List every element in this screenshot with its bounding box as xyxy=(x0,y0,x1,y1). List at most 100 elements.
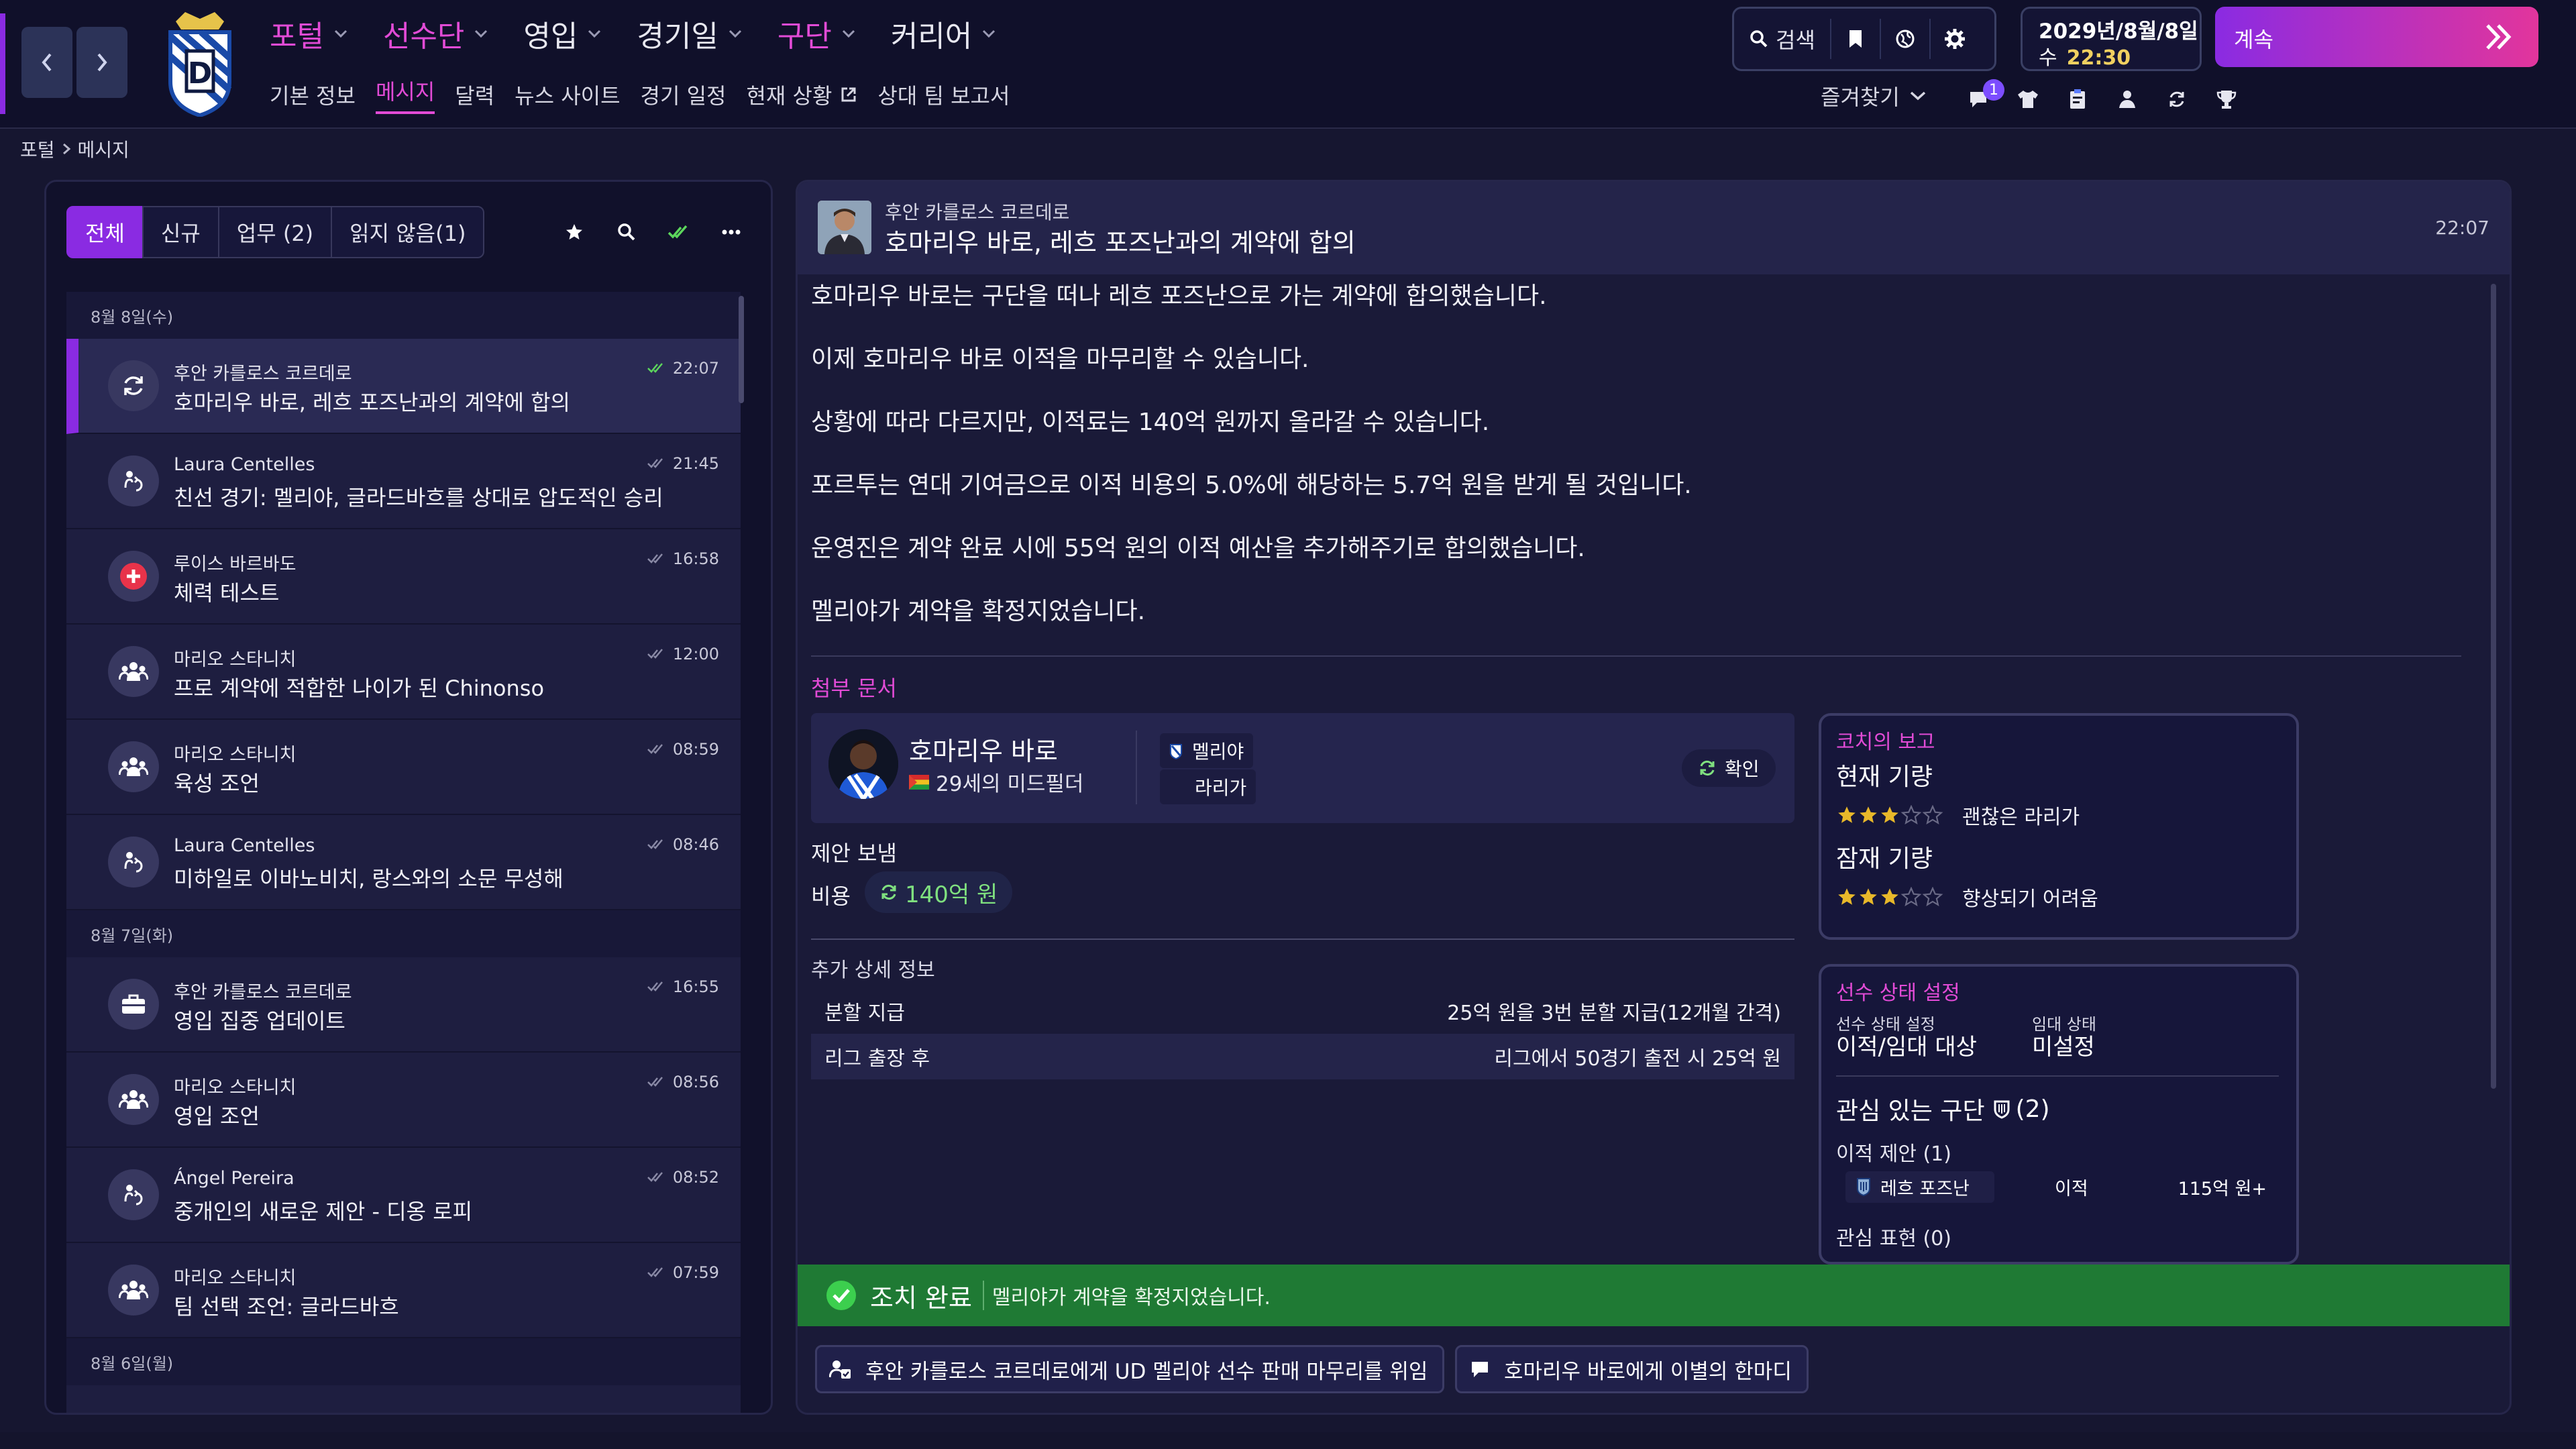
settings-button[interactable] xyxy=(1931,19,1979,59)
continue-button[interactable]: 계속 xyxy=(2215,7,2538,67)
confirm-button[interactable]: 확인 xyxy=(1682,749,1776,787)
filter-tasks[interactable]: 업무 (2) xyxy=(217,206,333,258)
message-sender: 마리오 스타니치 xyxy=(174,1268,297,1289)
message-scrollbar[interactable] xyxy=(2491,284,2496,1089)
star-icon xyxy=(566,224,582,239)
detail-label: 리그 출장 후 xyxy=(824,1047,930,1071)
refresh-button[interactable] xyxy=(2152,82,2202,117)
message-row[interactable]: Laura Centelles 친선 경기: 멜리야, 글라드바흐를 상대로 압… xyxy=(66,434,741,529)
coach-report: 코치의 보고 현재 기량 괜찮은 라리가 잠재 기량 향상되기 어려움 xyxy=(1819,713,2299,940)
more-button[interactable] xyxy=(705,215,757,249)
player-club[interactable]: 멜리야 xyxy=(1160,733,1254,768)
trophy-icon xyxy=(2216,91,2237,109)
bookmark-button[interactable] xyxy=(1831,19,1881,59)
star-icon xyxy=(1838,888,1856,905)
globe-icon xyxy=(1896,30,1915,48)
quick-icons: 1 xyxy=(1953,79,2251,117)
back-button[interactable] xyxy=(21,27,72,98)
message-row[interactable]: 마리오 스타니치 육성 조언 08:59 xyxy=(66,720,741,815)
chevron-down-icon xyxy=(588,30,601,38)
game-date[interactable]: 2029년/8월/8일 수 22:30 xyxy=(2021,7,2202,71)
mark-all-read-button[interactable] xyxy=(653,215,705,249)
filter-new[interactable]: 신규 xyxy=(142,206,219,258)
message-time: 08:56 xyxy=(647,1073,719,1091)
message-row[interactable]: 마리오 스타니치 팀 선택 조언: 글라드바흐 07:59 xyxy=(66,1243,741,1338)
club-crest[interactable]: D xyxy=(161,9,239,117)
offer-row[interactable]: 레흐 포즈난 이적 115억 원+ xyxy=(1836,1168,2279,1205)
nav-matchday[interactable]: 경기일 xyxy=(637,13,742,54)
inbox-scrollbar[interactable] xyxy=(739,296,744,403)
additional-details-heading: 추가 상세 정보 xyxy=(811,959,935,982)
chevron-down-icon xyxy=(334,30,347,38)
nav-club[interactable]: 구단 xyxy=(777,13,856,54)
message-row[interactable]: 마리오 스타니치 프로 계약에 적합한 나이가 된 Chinonso 12:00 xyxy=(66,625,741,720)
status-value[interactable]: 이적/임대 대상 xyxy=(1836,1028,1977,1061)
date-header: 8월 8일(수) xyxy=(66,292,741,339)
filter-unread[interactable]: 읽지 않음(1) xyxy=(331,206,485,258)
chat-button[interactable]: 1 xyxy=(1953,79,2004,117)
subnav-status[interactable]: 현재 상황 xyxy=(746,75,857,114)
check-circle-icon xyxy=(826,1281,856,1310)
message-sender: 루이스 바르바도 xyxy=(174,554,297,575)
filter-all[interactable]: 전체 xyxy=(66,206,144,258)
breadcrumb-root[interactable]: 포털 xyxy=(20,136,55,162)
staff-button[interactable] xyxy=(2102,82,2152,117)
forward-button[interactable] xyxy=(76,27,127,98)
subnav-calendar[interactable]: 달력 xyxy=(455,75,494,114)
double-check-icon xyxy=(647,649,663,659)
message-row[interactable]: 후안 카를로스 코르데로 호마리우 바로, 레흐 포즈난과의 계약에 합의 22… xyxy=(66,339,741,434)
star-empty-icon xyxy=(1922,887,1943,906)
nav-squad[interactable]: 선수단 xyxy=(383,13,488,54)
message-row[interactable]: Ángel Pereira 중개인의 새로운 제안 - 디옹 로피 08:52 xyxy=(66,1148,741,1243)
nav-portal[interactable]: 포털 xyxy=(270,13,348,54)
double-check-icon xyxy=(647,981,663,991)
favorites-dropdown[interactable]: 즐겨찾기 xyxy=(1821,80,1927,111)
message-row[interactable]: 후안 카를로스 코르데로 영입 집중 업데이트 16:55 xyxy=(66,957,741,1053)
message-paragraph: 호마리우 바로는 구단을 떠나 레흐 포즈난으로 가는 계약에 합의했습니다. xyxy=(811,282,1547,310)
nav-recruitment[interactable]: 영입 xyxy=(523,13,602,54)
delegate-sale-button[interactable]: 후안 카를로스 코르데로에게 UD 멜리야 선수 판매 마무리를 위임 xyxy=(815,1345,1445,1393)
message-sender: 마리오 스타니치 xyxy=(174,649,297,670)
tactics-button[interactable] xyxy=(2053,82,2102,117)
potential-ability-text: 향상되기 어려움 xyxy=(1962,888,2098,911)
starred-button[interactable] xyxy=(548,215,600,249)
kit-button[interactable] xyxy=(2003,82,2053,117)
farewell-button[interactable]: 호마리우 바로에게 이별의 한마디 xyxy=(1455,1345,1809,1393)
double-check-icon xyxy=(647,839,663,849)
subnav-overview[interactable]: 기본 정보 xyxy=(270,75,356,114)
subnav-news[interactable]: 뉴스 사이트 xyxy=(515,75,620,114)
medical-icon xyxy=(120,563,147,590)
message-avatar xyxy=(108,646,159,697)
message-row[interactable]: 루이스 바르바도 체력 테스트 16:58 xyxy=(66,529,741,625)
loan-value[interactable]: 미설정 xyxy=(2032,1028,2095,1061)
star-empty-icon xyxy=(1900,887,1922,906)
divider xyxy=(811,938,1794,940)
club-badge-icon xyxy=(1857,1178,1870,1197)
subnav-opposition-report[interactable]: 상대 팀 보고서 xyxy=(877,75,1010,114)
bottom-scrollbar[interactable] xyxy=(0,1432,2576,1449)
briefcase-icon xyxy=(122,994,145,1014)
subnav-fixtures[interactable]: 경기 일정 xyxy=(641,75,727,114)
nav-career[interactable]: 커리어 xyxy=(891,13,996,54)
message-row[interactable]: 마리오 스타니치 영입 조언 08:56 xyxy=(66,1053,741,1148)
svg-text:D: D xyxy=(188,56,213,91)
more-icon xyxy=(722,229,741,235)
shirt-icon xyxy=(2018,91,2038,108)
detail-label: 분할 지급 xyxy=(824,1002,905,1025)
detail-row: 분할 지급 25억 원을 3번 분할 지급(12개월 간격) xyxy=(811,988,1794,1034)
player-name[interactable]: 호마리우 바로 xyxy=(909,731,1058,767)
trophy-button[interactable] xyxy=(2202,82,2251,117)
sender-photo xyxy=(818,201,871,254)
subnav-messages[interactable]: 메시지 xyxy=(375,75,435,114)
staff-icon xyxy=(124,852,143,873)
message-row[interactable]: Laura Centelles 미하일로 이바노비치, 랑스와의 소문 무성해 … xyxy=(66,815,741,910)
inbox-search-button[interactable] xyxy=(600,215,653,249)
player-league[interactable]: 라리가 xyxy=(1160,769,1256,804)
player-card[interactable]: 호마리우 바로 29세의 미드필더 멜리야 라리가 확인 xyxy=(811,713,1794,823)
offer-club[interactable]: 레흐 포즈난 xyxy=(1845,1171,1994,1203)
message-row[interactable] xyxy=(66,1385,741,1413)
interested-count: (2) xyxy=(2015,1095,2050,1123)
world-button[interactable] xyxy=(1881,19,1931,59)
fee-label: 비용 xyxy=(811,883,851,909)
search-button[interactable]: 검색 xyxy=(1734,19,1831,59)
